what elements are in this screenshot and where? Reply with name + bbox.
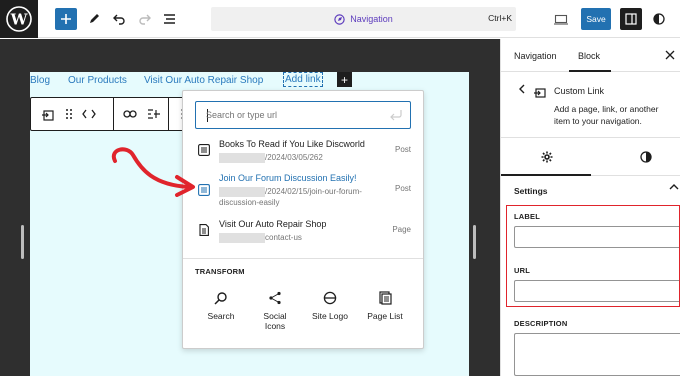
suggestion-item[interactable]: Join Our Forum Discussion Easily! /2024/… [195,173,411,207]
transform-label: Site Logo [312,311,348,321]
blurred-domain [219,153,265,163]
suggestion-item[interactable]: Visit Our Auto Repair Shop contact-us Pa… [195,219,411,253]
tab-navigation[interactable]: Navigation [514,51,557,61]
description-field-label: DESCRIPTION [514,319,568,328]
transform-search[interactable]: Search [194,291,248,321]
search-icon [214,292,227,305]
undo-icon[interactable] [108,8,130,30]
transform-label: Social [263,311,287,321]
svg-text:W: W [10,11,29,29]
suggestion-type: Post [394,184,411,193]
suggestion-url: /2024/02/15/join-our-forum- [265,187,362,196]
editor-topbar: W Navigation Ctrl+K Save [0,0,680,38]
navbox-label: Navigation [350,14,393,24]
styles-contrast-icon[interactable] [648,8,670,30]
transform-page-list[interactable]: Page List [358,291,412,321]
command-palette-bar[interactable]: Navigation Ctrl+K [211,7,516,31]
transform-heading: TRANSFORM [195,267,245,276]
link-search-input[interactable] [206,108,386,122]
close-icon[interactable] [665,50,675,60]
suggestion-title: Join Our Forum Discussion Easily! [219,173,357,183]
active-subtab-indicator [501,174,591,176]
link-icon[interactable] [122,106,138,122]
block-title: Custom Link [554,86,605,96]
device-preview-icon[interactable] [550,8,572,30]
link-search-field[interactable] [195,101,411,129]
nav-item-auto-repair[interactable]: Visit Our Auto Repair Shop [144,75,263,86]
chevron-left-icon[interactable] [518,84,526,94]
suggestion-item[interactable]: Books To Read if You Like Discworld /202… [195,139,411,173]
shortcut-hint: Ctrl+K [488,13,512,23]
list-view-icon[interactable] [158,8,180,30]
block-description: Add a page, link, or another item to you… [554,104,659,126]
chevron-up-icon[interactable] [669,183,679,191]
block-toolbar [30,97,191,131]
nav-item-products[interactable]: Our Products [68,75,127,86]
suggestion-url: /2024/03/05/262 [265,153,323,162]
block-card: Custom Link Add a page, link, or another… [501,72,680,138]
page-icon [199,224,209,236]
settings-heading[interactable]: Settings [514,186,548,196]
transform-label: Page List [367,311,403,321]
compass-icon [334,13,345,25]
transform-social-icons[interactable]: Social Icons [248,291,302,331]
styles-icon[interactable] [640,151,652,163]
suggestion-type: Page [392,225,411,234]
resize-handle-right[interactable] [473,225,476,259]
navigation-menu: Blog Our Products Visit Our Auto Repair … [30,73,263,87]
suggestion-title: Books To Read if You Like Discworld [219,139,365,149]
transform-site-logo[interactable]: Site Logo [303,291,357,321]
share-icon [269,291,281,305]
block-type-icon[interactable] [39,106,55,122]
transform-label-line2: Icons [264,321,286,331]
add-nav-item-button[interactable]: + [337,72,352,87]
redo-icon[interactable] [133,8,155,30]
page-list-icon [379,291,392,305]
red-annotation-arrow [111,147,195,197]
wordpress-logo-icon[interactable]: W [0,0,38,38]
suggestion-title: Visit Our Auto Repair Shop [219,219,327,229]
suggestion-url-continued: discussion-easily [219,198,280,207]
custom-link-icon [534,88,546,98]
sidebar-tabs: Navigation Block [501,39,680,72]
description-textarea[interactable] [514,333,680,376]
block-inspector-tabs [501,138,680,176]
gear-icon[interactable] [541,151,553,163]
blurred-domain [219,187,265,197]
suggestion-type: Post [394,145,411,154]
blurred-domain [219,233,265,243]
resize-handle-left[interactable] [21,225,24,259]
suggestion-url: contact-us [265,233,302,242]
save-button[interactable]: Save [581,8,611,30]
add-link-placeholder[interactable]: Add link [283,72,323,87]
pencil-icon[interactable] [83,8,105,30]
nav-item-blog[interactable]: Blog [30,75,50,86]
submit-enter-icon[interactable] [389,109,403,121]
transform-label: Search [207,311,235,321]
settings-panel-toggle-icon[interactable] [620,8,642,30]
link-control-popover: Books To Read if You Like Discworld /202… [182,90,424,349]
add-submenu-icon[interactable] [146,106,162,122]
tab-block[interactable]: Block [578,51,600,61]
add-block-button[interactable] [55,8,77,30]
move-arrows-icon[interactable] [81,106,97,122]
popover-divider [183,258,423,259]
drag-handle-icon[interactable] [61,106,77,122]
red-highlight-box [506,205,680,307]
site-logo-icon [323,291,337,305]
